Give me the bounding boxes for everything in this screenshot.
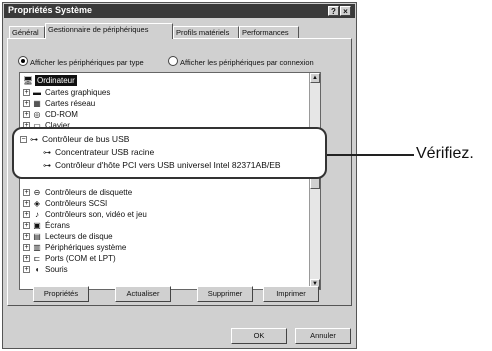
- tree-item-label: Contrôleurs de disquette: [45, 188, 133, 197]
- print-button[interactable]: Imprimer: [263, 286, 319, 302]
- tree-item-label: Cartes graphiques: [45, 88, 111, 97]
- expand-icon[interactable]: +: [23, 200, 30, 207]
- ok-button[interactable]: OK: [231, 328, 287, 344]
- system-device-icon: ▥: [33, 243, 41, 252]
- network-icon: ▦: [33, 99, 41, 108]
- properties-button[interactable]: Propriétés: [33, 286, 89, 302]
- scsi-icon: ◈: [33, 199, 41, 208]
- radio-by-connection[interactable]: Afficher les périphériques par connexion: [168, 56, 314, 69]
- tree-root-label: Ordinateur: [35, 75, 77, 86]
- collapse-icon[interactable]: −: [20, 136, 27, 143]
- floppy-controller-icon: ⊖: [33, 188, 41, 197]
- usb-hub-icon: ⊶: [43, 148, 51, 157]
- expand-icon[interactable]: +: [23, 111, 30, 118]
- expand-icon[interactable]: +: [23, 244, 30, 251]
- view-options: Afficher les périphériques par type Affi…: [18, 56, 348, 68]
- tree-item-label: Périphériques système: [45, 243, 127, 252]
- tree-item-label: Écrans: [45, 221, 70, 230]
- disk-drive-icon: ▤: [33, 232, 41, 241]
- device-tree[interactable]: 🖥 Ordinateur + ▬ Cartes graphiques + ▦ C…: [19, 72, 321, 290]
- title-bar[interactable]: Propriétés Système ? ×: [4, 4, 355, 18]
- radio-unselected-icon: [168, 56, 178, 66]
- tree-item-label: Contrôleurs son, vidéo et jeu: [45, 210, 147, 219]
- expand-icon[interactable]: +: [23, 222, 30, 229]
- help-button[interactable]: ?: [328, 6, 339, 16]
- refresh-button[interactable]: Actualiser: [115, 286, 171, 302]
- tab-device-manager[interactable]: Gestionnaire de périphériques: [45, 23, 173, 39]
- annotation-label: Vérifiez.: [416, 145, 474, 162]
- usb-host-icon: ⊶: [43, 161, 51, 170]
- tree-scrollbar[interactable]: ▲ ▼: [309, 73, 320, 289]
- delete-button[interactable]: Supprimer: [197, 286, 253, 302]
- tree-item-label: Contrôleur de bus USB: [42, 134, 130, 144]
- tree-item-label: Contrôleur d'hôte PCI vers USB universel…: [55, 160, 281, 170]
- expand-icon[interactable]: +: [23, 266, 30, 273]
- expand-icon[interactable]: +: [23, 100, 30, 107]
- port-icon: ⊏: [33, 254, 41, 263]
- expand-icon[interactable]: +: [23, 255, 30, 262]
- expand-icon[interactable]: +: [23, 89, 30, 96]
- radio-by-type[interactable]: Afficher les périphériques par type: [18, 56, 144, 69]
- computer-icon: 🖥: [23, 76, 34, 85]
- tree-item-label: Contrôleurs SCSI: [45, 199, 108, 208]
- tab-strip: Général Gestionnaire de périphériques Pr…: [7, 23, 352, 39]
- radio-selected-icon: [18, 56, 28, 66]
- window-title: Propriétés Système: [8, 5, 93, 15]
- usb-icon: ⊶: [30, 135, 38, 144]
- expand-icon[interactable]: +: [23, 211, 30, 218]
- close-button[interactable]: ×: [340, 6, 351, 16]
- tree-item-label: Concentrateur USB racine: [55, 147, 155, 157]
- tree-item-label: CD-ROM: [45, 110, 78, 119]
- radio-by-type-label: Afficher les périphériques par type: [30, 58, 144, 67]
- tree-item-label: Lecteurs de disque: [45, 232, 113, 241]
- callout-leader-line: [320, 154, 414, 156]
- expand-icon[interactable]: +: [23, 233, 30, 240]
- tree-item-label: Souris: [45, 265, 68, 274]
- scroll-up-icon[interactable]: ▲: [310, 73, 320, 83]
- monitor-icon: ▣: [33, 221, 41, 230]
- tree-item-label: Cartes réseau: [45, 99, 96, 108]
- cdrom-icon: ◎: [33, 110, 41, 119]
- expand-icon[interactable]: +: [23, 189, 30, 196]
- usb-highlight-callout: − ⊶ Contrôleur de bus USB ⊶ Concentrateu…: [12, 127, 327, 179]
- tree-item-label: Ports (COM et LPT): [45, 254, 116, 263]
- sound-icon: ♪: [35, 210, 39, 219]
- radio-by-connection-label: Afficher les périphériques par connexion: [180, 58, 314, 67]
- display-adapter-icon: ▬: [33, 88, 41, 97]
- cancel-button[interactable]: Annuler: [295, 328, 351, 344]
- mouse-icon: ◖: [34, 265, 40, 274]
